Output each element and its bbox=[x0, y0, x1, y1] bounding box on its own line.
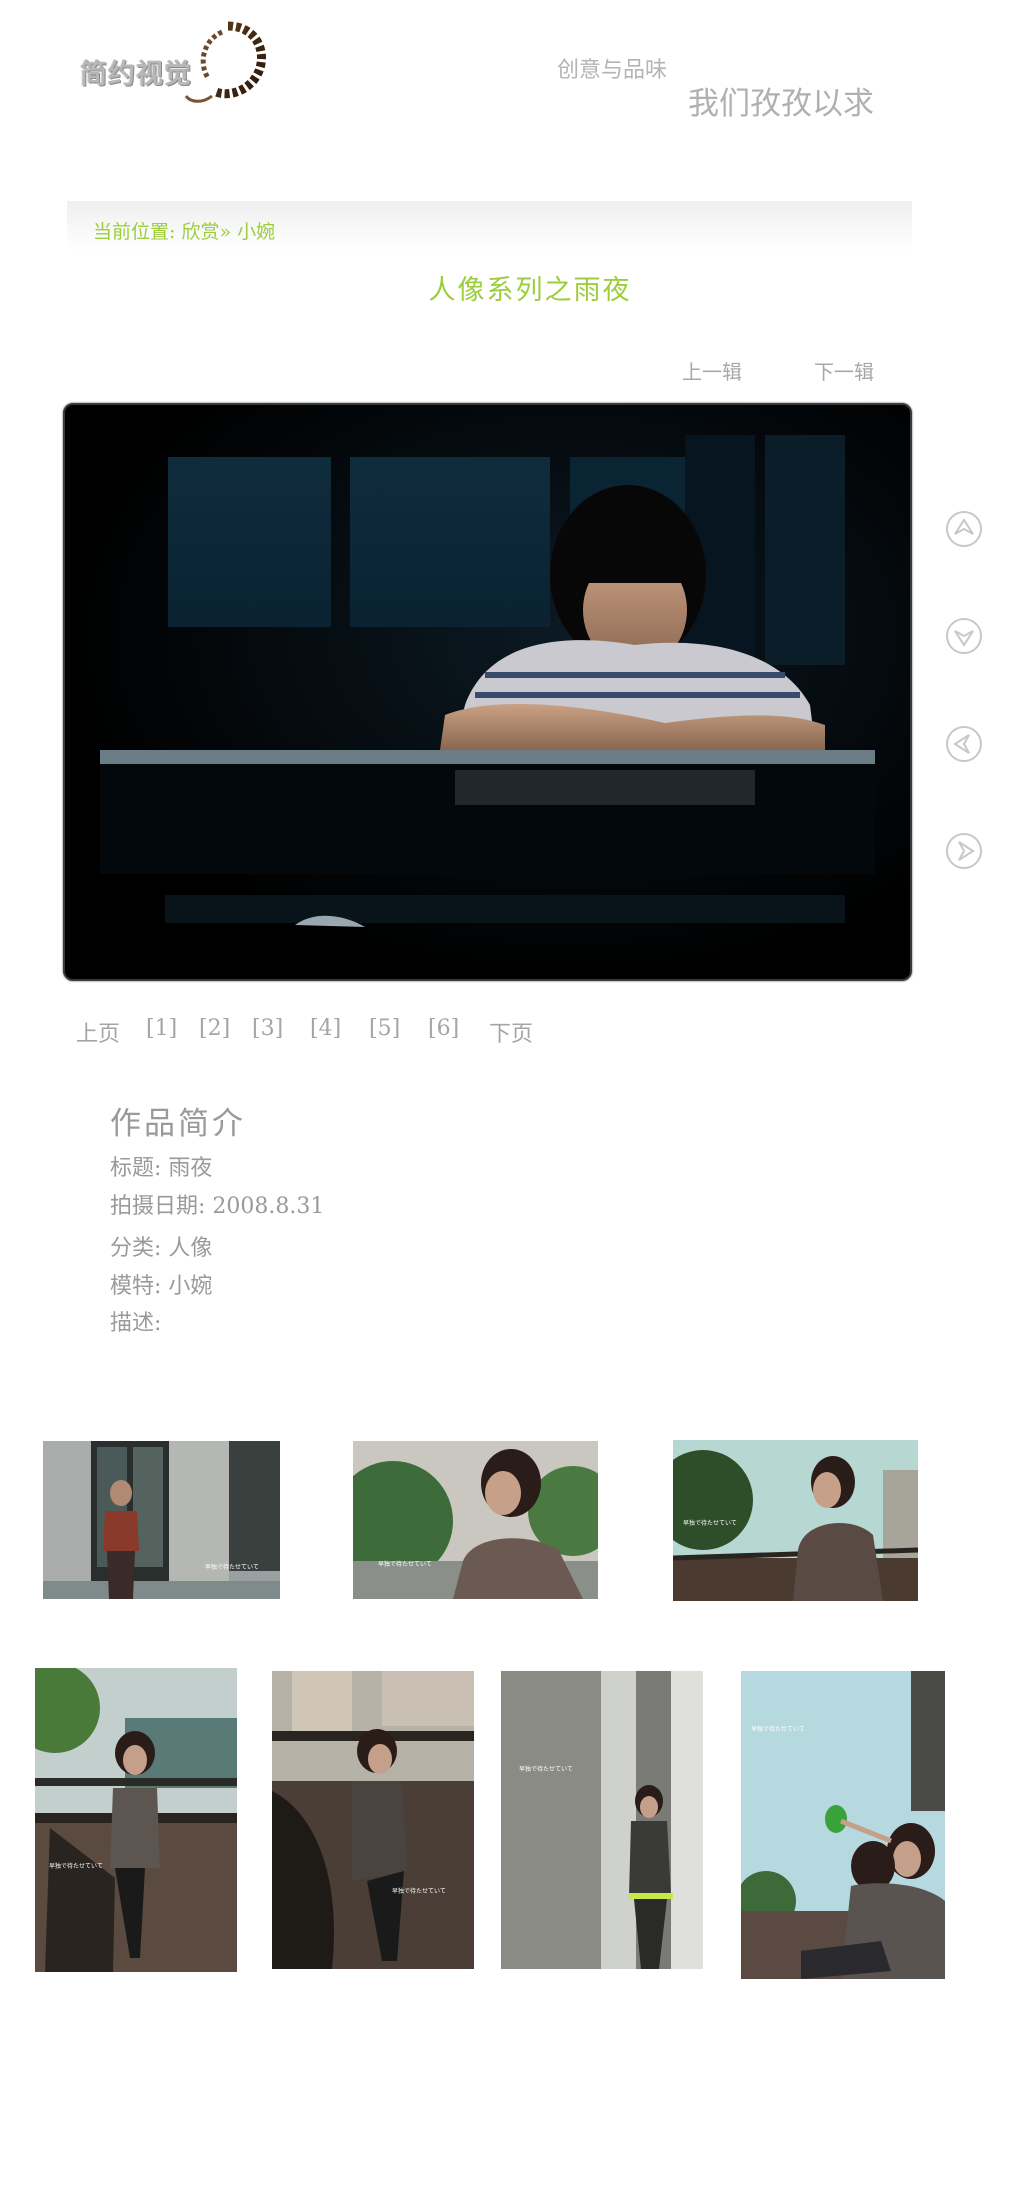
logo-swirl-icon bbox=[184, 21, 266, 103]
info-title-value: 雨夜 bbox=[168, 1156, 213, 1181]
thumbnail-4[interactable]: 早独で待たせていて bbox=[35, 1668, 237, 1972]
breadcrumb: 当前位置: 欣赏» 小婉 bbox=[67, 201, 912, 251]
page-link-6[interactable]: [6] bbox=[428, 1016, 459, 1041]
album-title: 人像系列之雨夜 bbox=[428, 275, 632, 306]
thumbnail-watermark: 早独で待たせていて bbox=[683, 1519, 737, 1527]
next-album-link[interactable]: 下一辑 bbox=[814, 356, 874, 385]
info-date-label: 拍摄日期: bbox=[110, 1194, 206, 1219]
thumbnail-watermark: 早独で待たせていて bbox=[519, 1765, 573, 1773]
info-desc-row: 描述: bbox=[110, 1305, 161, 1337]
thumbnail-watermark: 早独で待たせていて bbox=[392, 1887, 446, 1895]
prev-album-link[interactable]: 上一辑 bbox=[682, 356, 742, 385]
info-date-row: 拍摄日期: 2008.8.31 bbox=[110, 1188, 324, 1220]
thumbnail-watermark: 早独で待たせていて bbox=[49, 1862, 103, 1870]
info-category-value: 人像 bbox=[168, 1236, 213, 1261]
logo-text: 简约视觉 bbox=[80, 59, 192, 90]
info-heading: 作品简介 bbox=[110, 1106, 246, 1142]
main-photo bbox=[63, 403, 912, 981]
thumbnail-1[interactable]: 早独で待たせていて bbox=[43, 1441, 280, 1599]
next-page-link[interactable]: 下页 bbox=[489, 1016, 533, 1048]
page-link-2[interactable]: [2] bbox=[199, 1016, 230, 1041]
page-link-5[interactable]: [5] bbox=[369, 1016, 400, 1041]
thumbnail-5[interactable]: 早独で待たせていて bbox=[272, 1671, 474, 1969]
thumbnail-3[interactable]: 早独で待たせていて bbox=[673, 1440, 918, 1601]
info-date-value: 2008.8.31 bbox=[212, 1194, 325, 1219]
arrow-down-circle-icon[interactable] bbox=[945, 617, 983, 655]
page-link-1[interactable]: [1] bbox=[146, 1016, 177, 1041]
thumbnail-7[interactable]: 早独で待たせていて bbox=[741, 1671, 945, 1979]
thumbnail-watermark: 早独で待たせていて bbox=[751, 1725, 805, 1733]
info-title-row: 标题: 雨夜 bbox=[110, 1150, 212, 1182]
breadcrumb-link-section[interactable]: 欣赏» bbox=[181, 221, 231, 243]
info-title-label: 标题: bbox=[110, 1156, 162, 1181]
info-category-label: 分类: bbox=[110, 1236, 162, 1261]
info-model-label: 模特: bbox=[110, 1274, 162, 1299]
tagline-big: 我们孜孜以求 bbox=[688, 86, 874, 122]
arrow-right-circle-icon[interactable] bbox=[945, 832, 983, 870]
page-link-4[interactable]: [4] bbox=[310, 1016, 341, 1041]
thumbnail-watermark: 早独で待たせていて bbox=[378, 1560, 432, 1568]
thumbnail-watermark: 早独で待たせていて bbox=[205, 1563, 259, 1571]
arrow-left-circle-icon[interactable] bbox=[945, 725, 983, 763]
tagline-small: 创意与品味 bbox=[557, 58, 668, 83]
thumbnail-2[interactable]: 早独で待たせていて bbox=[353, 1441, 598, 1599]
page-link-3[interactable]: [3] bbox=[252, 1016, 283, 1041]
breadcrumb-prefix: 当前位置: bbox=[93, 221, 176, 243]
thumbnail-6[interactable]: 早独で待たせていて bbox=[501, 1671, 703, 1969]
info-category-row: 分类: 人像 bbox=[110, 1230, 212, 1262]
info-model-row: 模特: 小婉 bbox=[110, 1268, 212, 1300]
site-logo[interactable]: 简约视觉 bbox=[72, 18, 272, 108]
info-desc-label: 描述: bbox=[110, 1311, 162, 1336]
arrow-up-circle-icon[interactable] bbox=[945, 510, 983, 548]
breadcrumb-current: 小婉 bbox=[237, 221, 276, 243]
prev-page-link[interactable]: 上页 bbox=[76, 1016, 120, 1048]
info-model-value: 小婉 bbox=[168, 1274, 213, 1299]
